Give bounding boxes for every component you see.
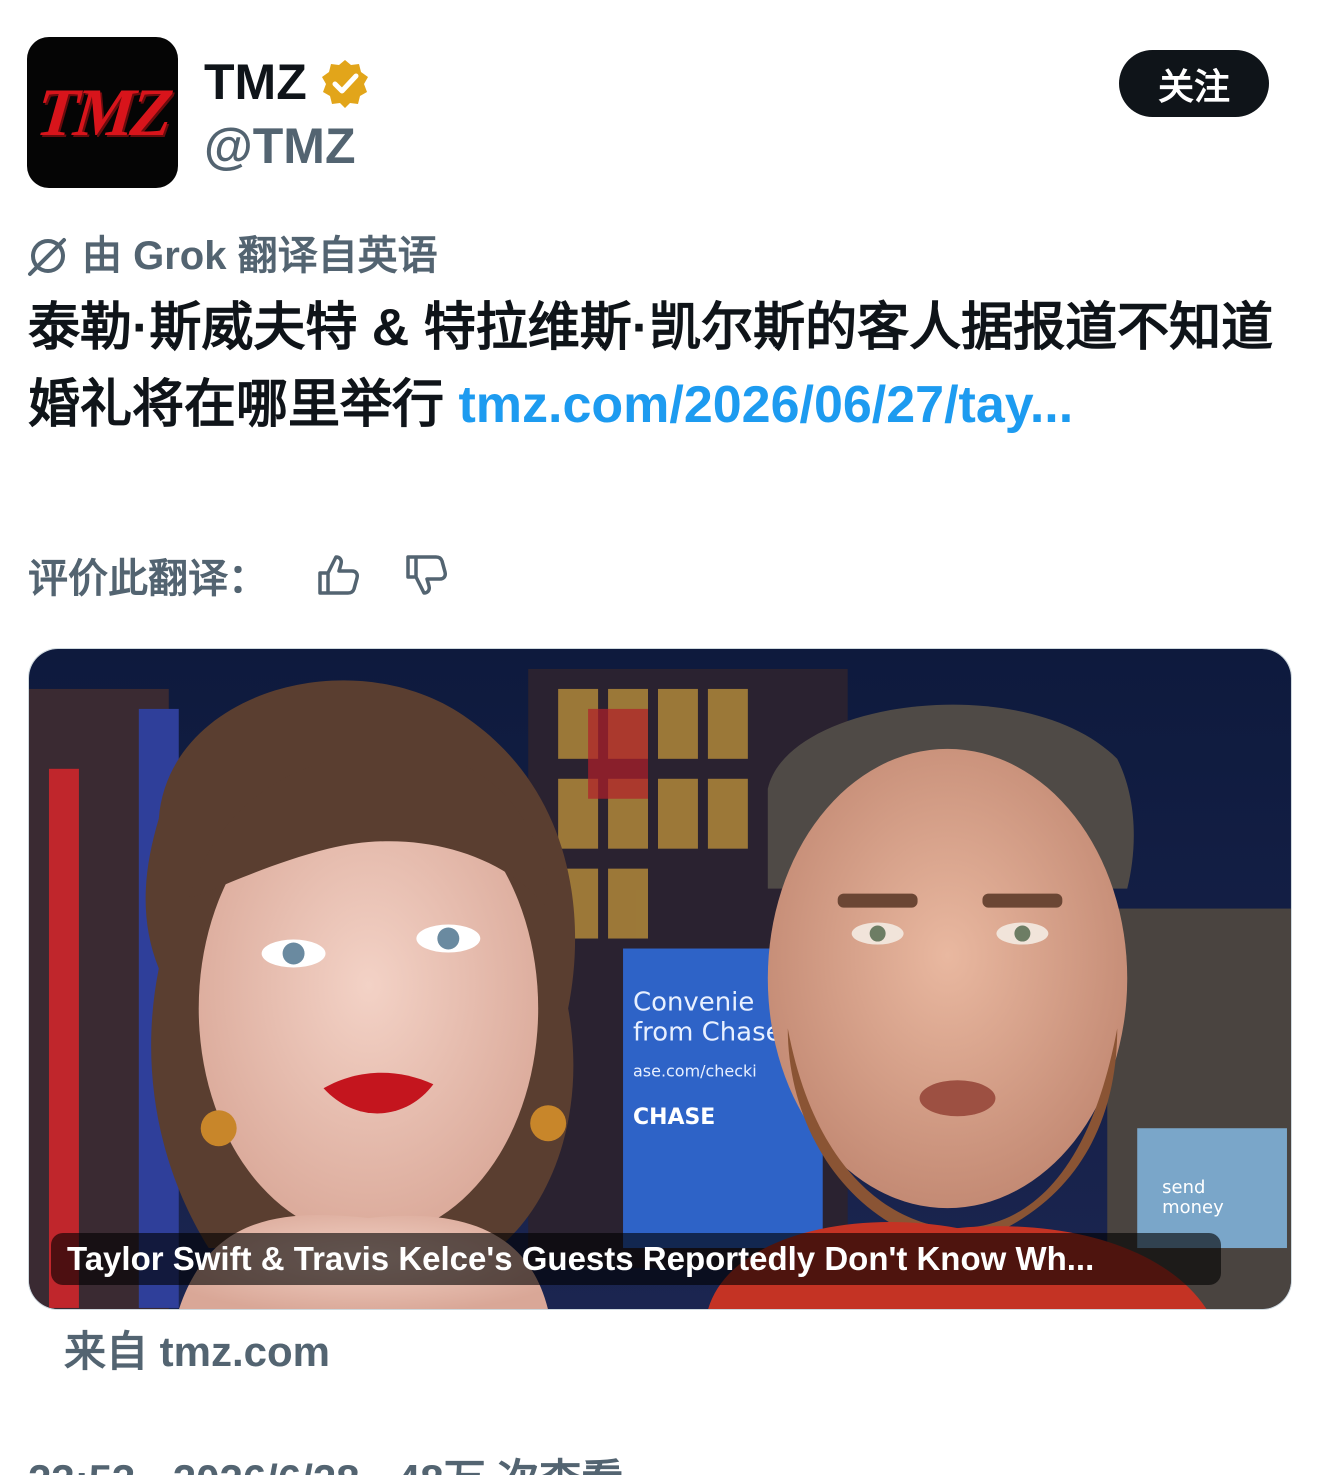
translation-label: 由 Grok 翻译自英语 [82, 234, 438, 278]
link-preview-card[interactable]: Convenie from Chase ase.com/checki CHASE… [28, 648, 1292, 1310]
billboard-line1: Convenie [633, 987, 754, 1017]
author-handle[interactable]: @TMZ [204, 116, 356, 176]
ad-text-1: send [1162, 1177, 1205, 1198]
thumbs-up-icon[interactable] [314, 551, 362, 599]
card-caption: Taylor Swift & Travis Kelce's Guests Rep… [51, 1233, 1221, 1285]
billboard-brand: CHASE [633, 1105, 715, 1130]
avatar-logo-text: TMZ [32, 74, 173, 150]
follow-button[interactable]: 关注 [1119, 50, 1269, 117]
billboard-line2: from Chase [633, 1017, 782, 1047]
rate-translation-row: 评价此翻译： [28, 545, 450, 605]
translation-notice: 由 Grok 翻译自英语 [26, 230, 438, 282]
article-image: Convenie from Chase ase.com/checki CHASE… [29, 649, 1291, 1309]
billboard-url: ase.com/checki [633, 1061, 757, 1080]
tweet-meta: 23:53 · 2026/6/28 · 48万 次查看 [28, 1455, 623, 1475]
grok-icon [28, 238, 66, 276]
tweet-text: 泰勒·斯威夫特 & 特拉维斯·凯尔斯的客人据报道不知道婚礼将在哪里举行 tmz.… [28, 290, 1293, 444]
rate-translation-label: 评价此翻译： [28, 557, 268, 601]
tweet-link[interactable]: tmz.com/2026/06/27/tay... [458, 376, 1073, 434]
verified-badge-icon [322, 60, 368, 108]
card-source[interactable]: 来自 tmz.com [64, 1326, 330, 1378]
author-name[interactable]: TMZ [204, 52, 307, 112]
author-avatar[interactable]: TMZ [27, 37, 178, 188]
ad-text-2: money [1162, 1197, 1224, 1218]
thumbs-down-icon[interactable] [402, 551, 450, 599]
